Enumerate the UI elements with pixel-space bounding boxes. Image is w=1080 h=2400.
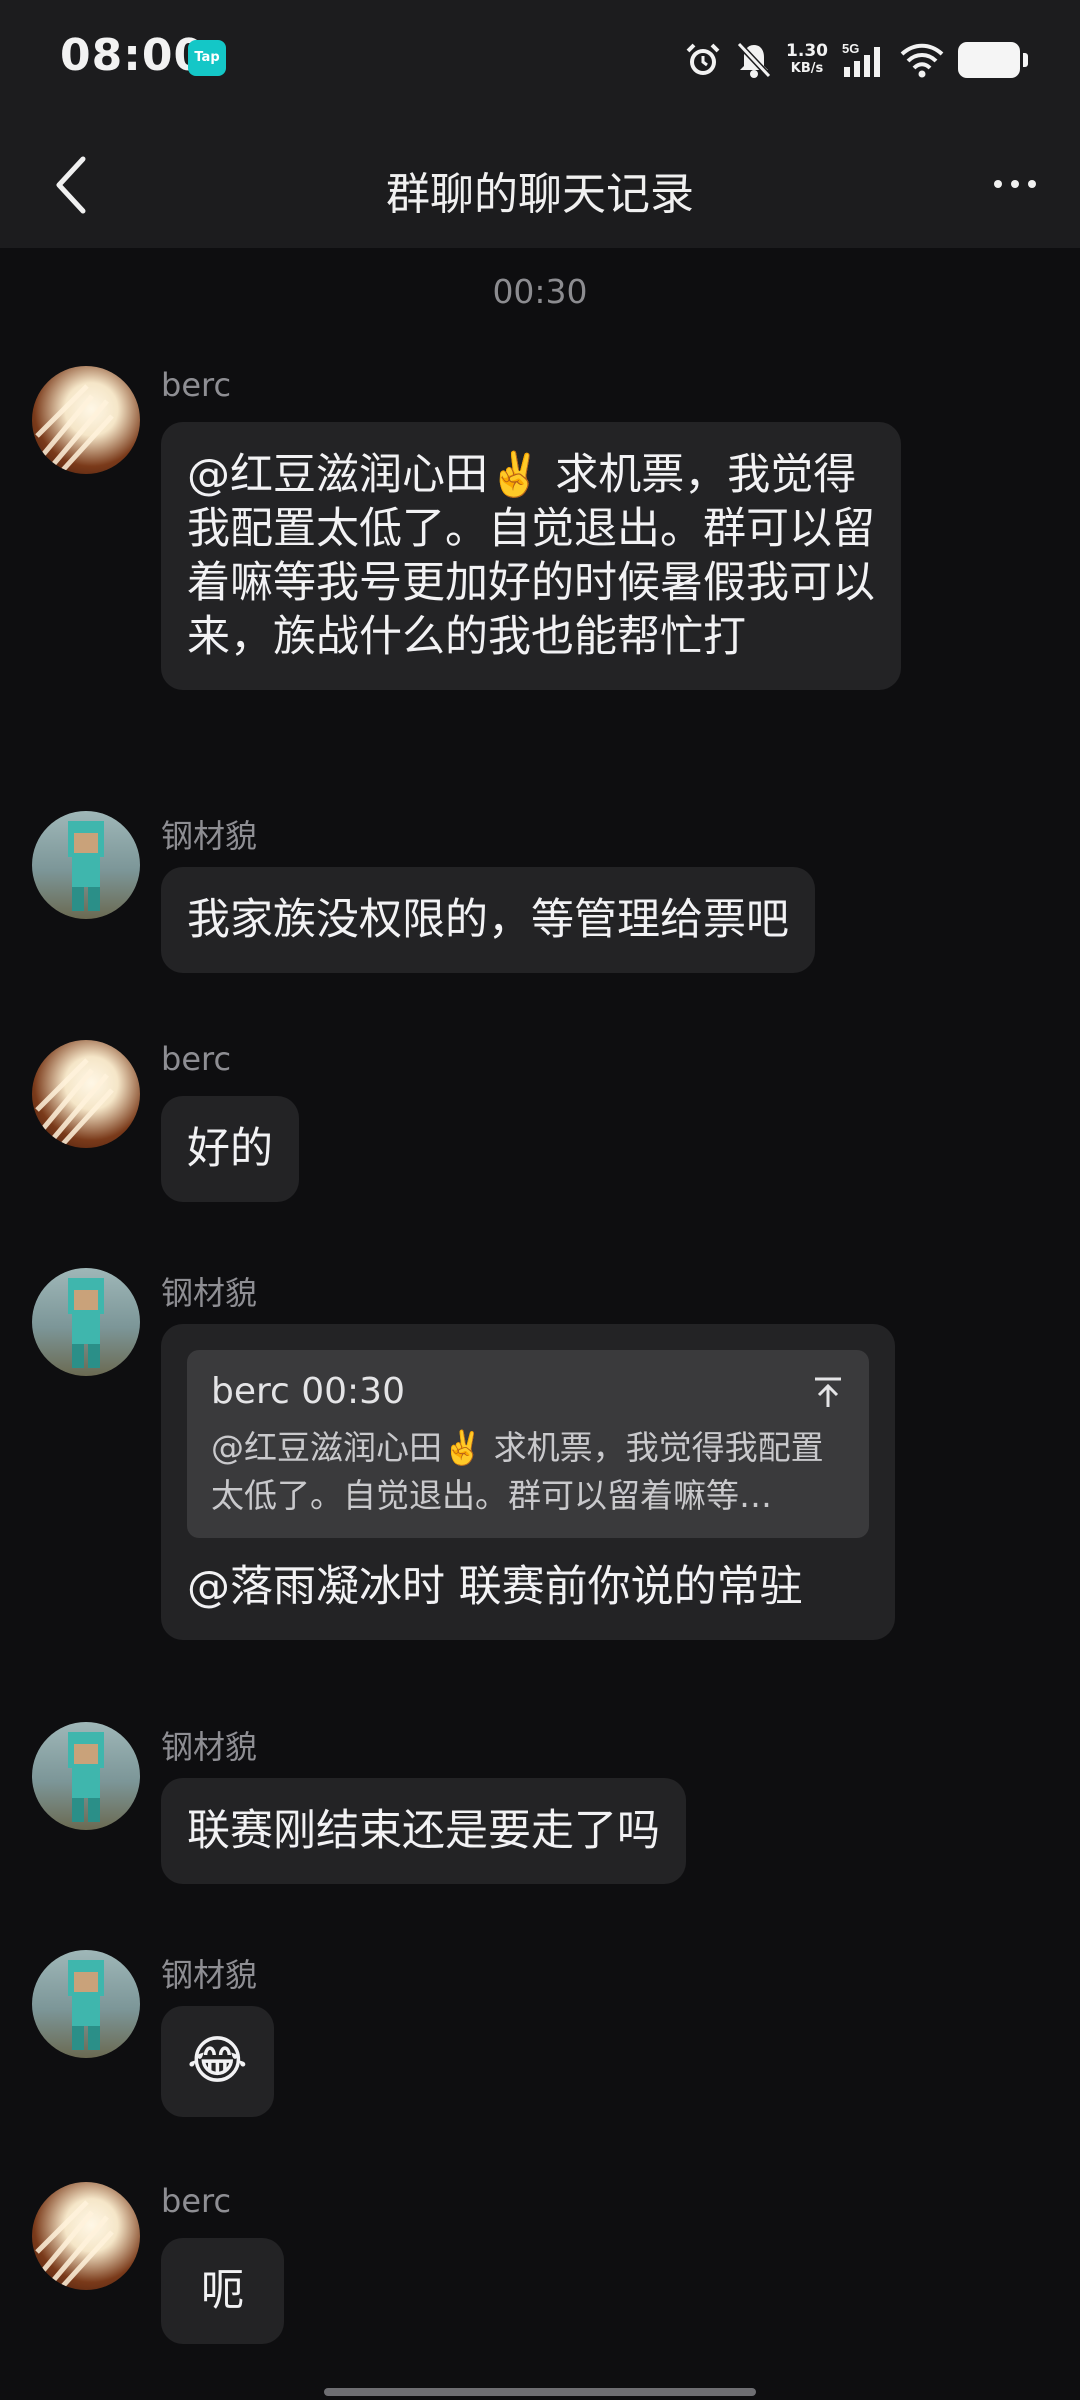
- message-bubble[interactable]: 好的: [161, 1096, 299, 1202]
- avatar-art: [68, 821, 104, 911]
- message-item: 钢材貌 我家族没权限的，等管理给票吧: [0, 811, 1080, 991]
- quote-header: berc 00:30: [211, 1371, 405, 1412]
- sender-name: 钢材貌: [161, 1274, 258, 1312]
- sender-name: 钢材貌: [161, 1728, 258, 1766]
- message-text: @落雨凝冰时 联赛前你说的常驻: [187, 1562, 803, 1612]
- message-item: berc 好的: [0, 1040, 1080, 1220]
- network-type: 5G: [842, 41, 859, 56]
- sender-name: berc: [161, 1040, 232, 1078]
- quote-text: @红豆滋润心田✌️ 求机票，我觉得我配置太低了。自觉退出。群可以留着嘛等…: [211, 1428, 824, 1515]
- page-title: 群聊的聊天记录: [386, 169, 694, 220]
- sender-name: 钢材貌: [161, 1956, 258, 1994]
- message-bubble[interactable]: 😂: [161, 2006, 274, 2117]
- signal-icon: 5G: [842, 41, 880, 77]
- message-text: 好的: [187, 1124, 273, 1174]
- status-time: 08:00: [60, 30, 206, 81]
- arrow-up-to-top-icon[interactable]: [811, 1376, 845, 1410]
- message-bubble[interactable]: 联赛刚结束还是要走了吗: [161, 1778, 686, 1884]
- avatar[interactable]: [32, 1950, 140, 2058]
- avatar-art: [35, 1058, 114, 1147]
- avatar-art: [68, 1960, 104, 2050]
- message-item: berc 呃: [0, 2182, 1080, 2362]
- status-icons: 1.30 KB/s 5G: [684, 34, 1028, 86]
- message-text: 我家族没权限的，等管理给票吧: [187, 895, 789, 945]
- avatar-art: [68, 1732, 104, 1822]
- status-bar: 08:00 Tap 1.30 KB/s 5G: [0, 0, 1080, 120]
- net-speed: 1.30 KB/s: [786, 42, 828, 78]
- message-bubble[interactable]: berc 00:30 @红豆滋润心田✌️ 求机票，我觉得我配置太低了。自觉退出。…: [161, 1324, 895, 1640]
- message-item: 钢材貌 berc 00:30 @红豆滋润心田✌️ 求机票，我觉得我配置太低了。自…: [0, 1268, 1080, 1678]
- message-text: 呃: [201, 2266, 244, 2316]
- avatar-art: [35, 2200, 114, 2289]
- avatar[interactable]: [32, 1268, 140, 1376]
- avatar-art: [68, 1278, 104, 1368]
- taptap-app-icon: Tap: [188, 40, 226, 76]
- message-text: 联赛刚结束还是要走了吗: [187, 1806, 660, 1856]
- message-item: 钢材貌 😂: [0, 1950, 1080, 2130]
- avatar[interactable]: [32, 1722, 140, 1830]
- nav-bar: 群聊的聊天记录: [0, 120, 1080, 248]
- message-item: 钢材貌 联赛刚结束还是要走了吗: [0, 1722, 1080, 1902]
- bell-off-icon: [736, 41, 772, 79]
- avatar[interactable]: [32, 366, 140, 474]
- net-speed-unit: KB/s: [790, 61, 824, 76]
- net-speed-value: 1.30: [786, 41, 828, 61]
- alarm-icon: [686, 43, 720, 75]
- battery-icon: [958, 42, 1028, 78]
- avatar[interactable]: [32, 2182, 140, 2290]
- avatar[interactable]: [32, 811, 140, 919]
- avatar[interactable]: [32, 1040, 140, 1148]
- wifi-icon: [900, 43, 944, 78]
- quoted-message[interactable]: berc 00:30 @红豆滋润心田✌️ 求机票，我觉得我配置太低了。自觉退出。…: [187, 1350, 869, 1538]
- message-emoji: 😂: [187, 2031, 248, 2091]
- message-bubble[interactable]: 我家族没权限的，等管理给票吧: [161, 867, 815, 973]
- chat-timestamp: 00:30: [492, 272, 588, 311]
- message-bubble[interactable]: @红豆滋润心田✌️ 求机票，我觉得我配置太低了。自觉退出。群可以留着嘛等我号更加…: [161, 422, 901, 690]
- sender-name: 钢材貌: [161, 817, 258, 855]
- message-bubble[interactable]: 呃: [161, 2238, 284, 2344]
- avatar-art: [35, 384, 114, 473]
- message-text: @红豆滋润心田✌️ 求机票，我觉得我配置太低了。自觉退出。群可以留着嘛等我号更加…: [187, 450, 875, 662]
- home-indicator[interactable]: [324, 2388, 756, 2396]
- sender-name: berc: [161, 366, 232, 404]
- more-dots-icon[interactable]: [980, 154, 1050, 214]
- message-item: berc @红豆滋润心田✌️ 求机票，我觉得我配置太低了。自觉退出。群可以留着嘛…: [0, 366, 1080, 766]
- sender-name: berc: [161, 2182, 232, 2220]
